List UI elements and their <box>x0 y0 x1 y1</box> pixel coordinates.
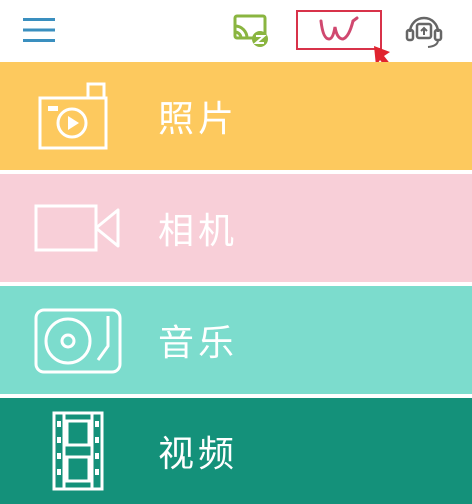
tile-photos[interactable]: 照片 <box>0 62 472 170</box>
photo-camera-icon <box>38 82 108 150</box>
tile-video[interactable]: 视频 <box>0 398 472 504</box>
tile-label-photos: 照片 <box>158 99 239 140</box>
w-brand-icon <box>319 16 359 41</box>
hamburger-menu-icon <box>23 18 55 42</box>
cast-button[interactable] <box>226 6 276 54</box>
menu-button[interactable] <box>14 6 64 54</box>
w-brand-button[interactable] <box>296 10 382 50</box>
turntable-icon <box>34 308 122 374</box>
tile-label-camera: 相机 <box>158 211 239 252</box>
tile-music[interactable]: 音乐 <box>0 286 472 394</box>
tile-label-video: 视频 <box>158 434 239 475</box>
tile-camera[interactable]: 相机 <box>0 174 472 282</box>
video-camera-icon <box>34 204 120 252</box>
cast-icon <box>233 14 268 47</box>
film-strip-icon <box>52 411 104 491</box>
tile-label-music: 音乐 <box>158 323 239 364</box>
